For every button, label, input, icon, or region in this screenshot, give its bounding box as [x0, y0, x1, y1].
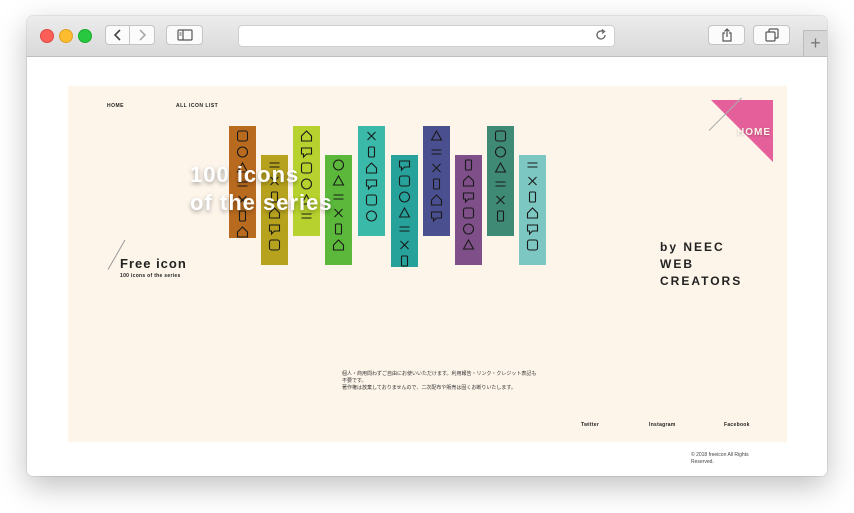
- forward-button[interactable]: [130, 25, 155, 45]
- usage-description: 個人・商用問わずご自由にお使いいただけます。利用報告・リンク・クレジット表記も …: [342, 371, 552, 392]
- icon-strip: [487, 126, 514, 236]
- sidebar-icon: [176, 29, 193, 41]
- reload-icon[interactable]: [594, 28, 608, 42]
- free-icon-subtitle: 100 icons of the series: [120, 273, 181, 279]
- chevron-right-icon: [139, 29, 147, 41]
- new-tab-button[interactable]: +: [803, 30, 827, 56]
- plus-icon: +: [810, 33, 821, 53]
- byline-line-2: WEB: [660, 257, 694, 271]
- share-button[interactable]: [708, 25, 745, 45]
- icon-strip: [391, 155, 418, 267]
- twitter-link[interactable]: Twitter: [581, 422, 599, 428]
- hero-title-line-1: 100 icons: [190, 162, 300, 187]
- copyright: © 2018 freeicon All Rights Reserved.: [691, 452, 781, 466]
- chevron-left-icon: [113, 29, 121, 41]
- corner-home-badge[interactable]: HOME: [708, 97, 773, 162]
- hero-title: 100 icons of the series: [190, 161, 333, 217]
- free-icon-heading: Free icon: [120, 256, 187, 271]
- hero-section: HOME ALL ICON LIST HOME 100 icons of the…: [68, 86, 787, 442]
- browser-toolbar: +: [27, 16, 827, 57]
- icon-strip: [519, 155, 546, 265]
- copyright-line-2: Reserved.: [691, 459, 714, 465]
- icon-strip: [455, 155, 482, 265]
- byline: by NEEC WEB CREATORS: [660, 239, 742, 290]
- icon-strip: [423, 126, 450, 236]
- sidebar-button[interactable]: [166, 25, 203, 45]
- zoom-window-button[interactable]: [78, 29, 92, 43]
- address-bar[interactable]: [238, 25, 615, 47]
- browser-window: + HOME ALL ICON LIST HOME 100 icons of t…: [27, 16, 827, 476]
- usage-description-line-1: 個人・商用問わずご自由にお使いいただけます。利用報告・リンク・クレジット表記も: [342, 371, 537, 377]
- web-page: HOME ALL ICON LIST HOME 100 icons of the…: [27, 57, 827, 476]
- byline-line-1: by NEEC: [660, 240, 725, 254]
- nav-home-link[interactable]: HOME: [107, 103, 124, 109]
- nav-all-icon-list-link[interactable]: ALL ICON LIST: [176, 103, 218, 109]
- close-window-button[interactable]: [40, 29, 54, 43]
- back-button[interactable]: [105, 25, 130, 45]
- icon-strip: [358, 126, 385, 236]
- tab-overview-button[interactable]: [753, 25, 790, 45]
- byline-line-3: CREATORS: [660, 274, 743, 288]
- tabs-icon: [764, 28, 779, 42]
- share-icon: [721, 28, 732, 42]
- instagram-link[interactable]: Instagram: [649, 422, 676, 428]
- corner-home-label: HOME: [737, 127, 771, 138]
- minimize-window-button[interactable]: [59, 29, 73, 43]
- hero-title-line-2: of the series: [190, 190, 333, 215]
- copyright-line-1: © 2018 freeicon All Rights: [691, 452, 749, 458]
- usage-description-line-3: 著作権は放棄しておりませんので、二次配布や販売は固くお断りいたします。: [342, 385, 516, 391]
- usage-description-line-2: 不要です。: [342, 378, 367, 384]
- facebook-link[interactable]: Facebook: [724, 422, 750, 428]
